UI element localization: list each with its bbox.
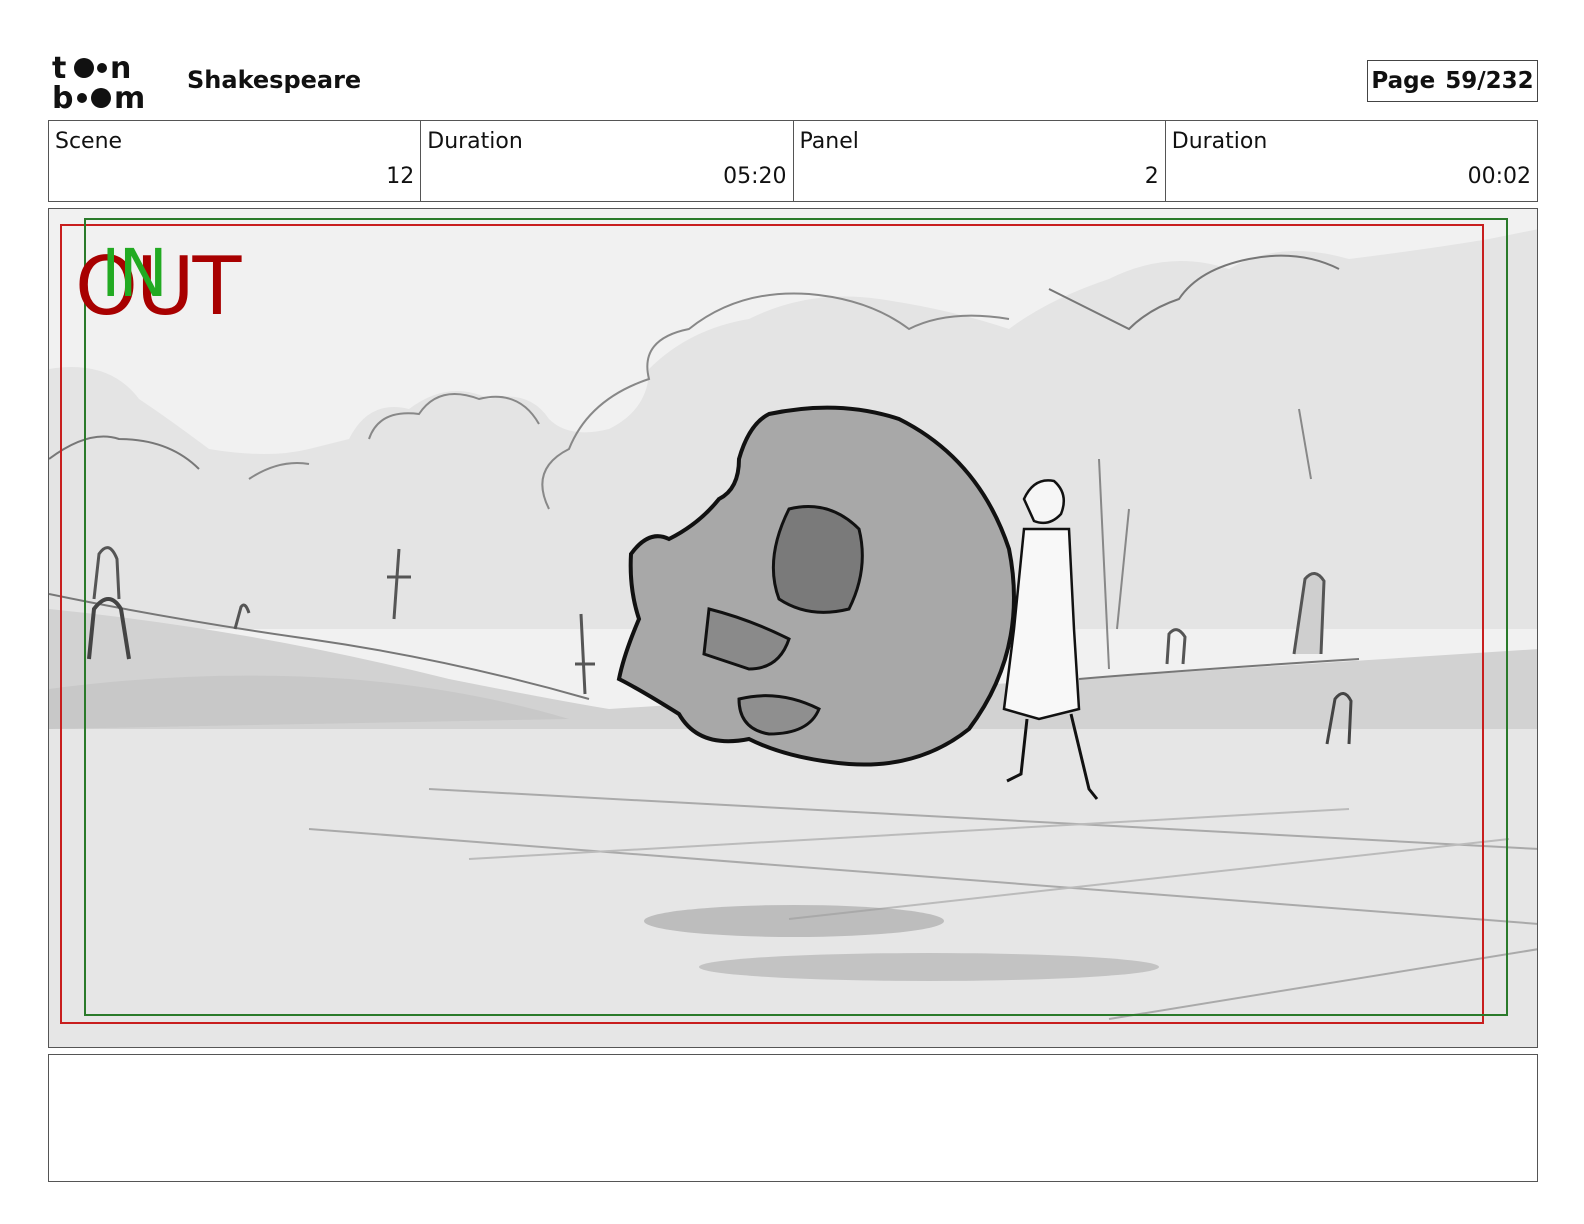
page-header: t n b m Shakespeare Page 59/232 bbox=[0, 0, 1584, 118]
scene-duration-label: Duration bbox=[427, 129, 523, 154]
scene-duration-value: 05:20 bbox=[723, 164, 787, 189]
panel-duration-value: 00:02 bbox=[1467, 164, 1531, 189]
svg-text:b: b bbox=[52, 81, 73, 112]
page-indicator: Page 59/232 bbox=[1367, 60, 1538, 102]
scene-cell: Scene 12 bbox=[49, 121, 422, 201]
svg-text:m: m bbox=[114, 81, 145, 112]
panel-notes-box bbox=[48, 1054, 1538, 1182]
page-label: Page bbox=[1371, 68, 1436, 94]
page-number: 59/232 bbox=[1445, 68, 1534, 94]
scene-duration-cell: Duration 05:20 bbox=[421, 121, 794, 201]
panel-value: 2 bbox=[1144, 164, 1159, 189]
toonboom-logo: t n b m bbox=[52, 52, 145, 112]
panel-label: Panel bbox=[799, 129, 859, 154]
panel-cell: Panel 2 bbox=[794, 121, 1166, 201]
in-frame-marker: IN bbox=[101, 235, 168, 312]
project-title: Shakespeare bbox=[187, 66, 362, 94]
scene-label: Scene bbox=[55, 129, 123, 154]
storyboard-panel-image: OUT IN bbox=[48, 208, 1538, 1048]
panel-info-row: Scene 12 Duration 05:20 Panel 2 Duration… bbox=[48, 120, 1538, 202]
panel-duration-label: Duration bbox=[1171, 129, 1268, 154]
panel-sketch bbox=[49, 209, 1537, 1047]
panel-duration-cell: Duration 00:02 bbox=[1166, 121, 1537, 201]
scene-value: 12 bbox=[386, 164, 415, 189]
